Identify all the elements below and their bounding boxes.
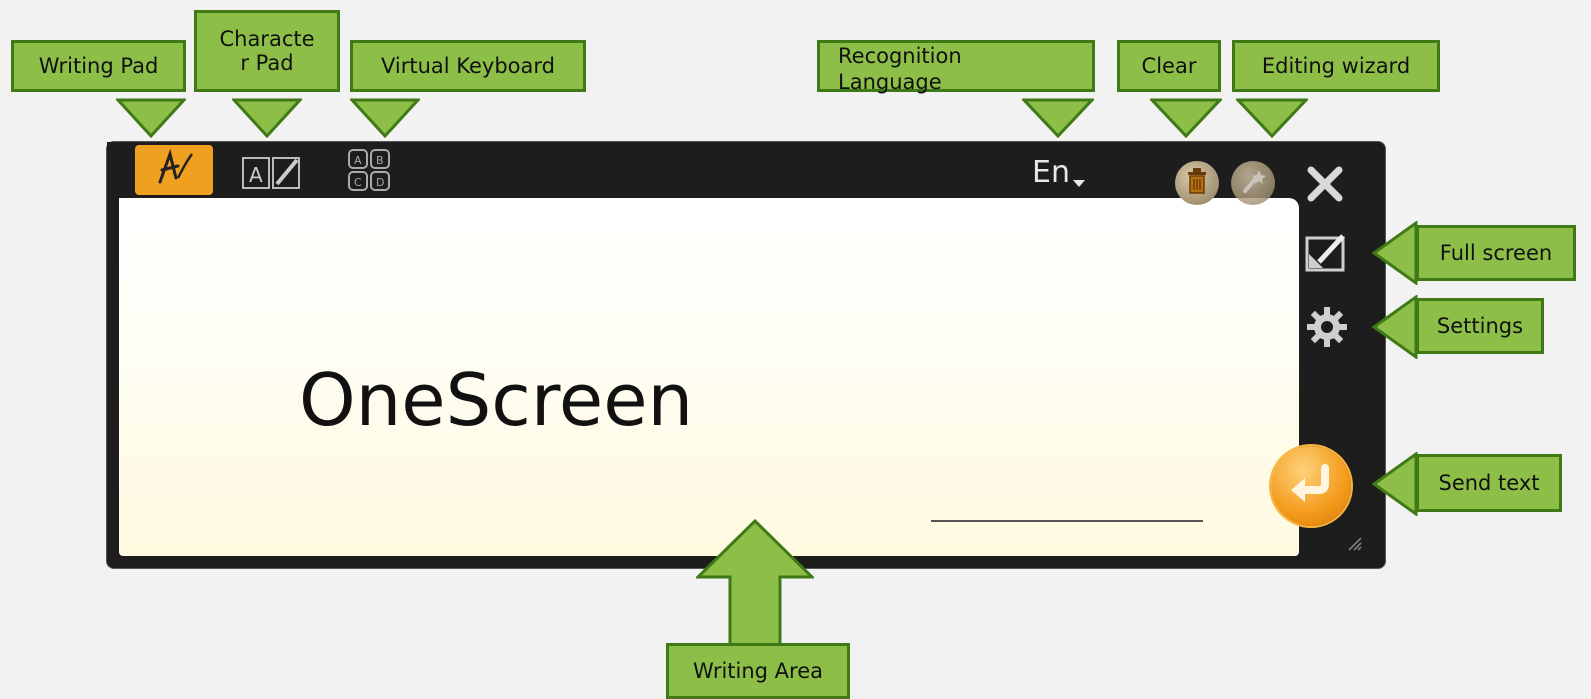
handwriting-panel-window: OneScreen A A B C D En [106,141,1386,569]
editing-wizard-button[interactable] [1231,161,1275,205]
callout-character-pad: Characte r Pad [194,10,340,92]
callout-send-text: Send text [1416,454,1562,512]
handwriting-icon [152,148,196,193]
arrow-recognition-language [1022,98,1094,138]
gear-icon [1305,307,1349,353]
writing-area[interactable]: OneScreen [119,198,1299,556]
arrow-character-pad [232,98,302,138]
svg-text:A: A [249,163,263,187]
arrow-send-text [1372,452,1418,516]
callout-editing-wizard: Editing wizard [1232,40,1440,92]
callout-clear: Clear [1117,40,1221,92]
arrow-virtual-keyboard [350,98,420,138]
character-pad-button[interactable]: A [241,152,307,192]
callout-writing-area: Writing Area [666,643,850,699]
svg-text:B: B [376,154,384,167]
svg-text:C: C [354,176,362,189]
full-screen-button[interactable] [1305,232,1349,274]
writing-baseline [931,520,1203,522]
settings-button[interactable] [1305,305,1349,349]
callout-full-screen: Full screen [1416,225,1576,281]
svg-text:D: D [376,176,384,189]
arrow-full-screen [1372,221,1418,285]
callout-virtual-keyboard: Virtual Keyboard [350,40,586,92]
trash-icon [1186,167,1208,200]
wand-icon [1239,167,1267,200]
arrow-editing-wizard [1236,98,1308,138]
virtual-keyboard-button[interactable]: A B C D [347,148,395,192]
close-button[interactable] [1305,164,1345,204]
enter-arrow-icon [1287,463,1335,509]
clear-button[interactable] [1175,161,1219,205]
svg-text:A: A [354,154,362,167]
arrow-settings [1372,295,1418,359]
recognized-text: OneScreen [299,358,694,442]
recognition-language-dropdown[interactable]: En [1032,152,1086,192]
keyboard-abcd-icon: A B C D [347,149,395,196]
callout-writing-pad: Writing Pad [11,40,186,92]
close-icon [1305,166,1345,208]
language-label: En [1032,154,1070,190]
arrow-clear [1150,98,1222,138]
writing-pad-button[interactable] [135,145,213,195]
arrow-writing-pad [116,98,186,138]
callout-recognition-language: Recognition Language [817,40,1095,94]
fullscreen-icon [1305,234,1349,278]
arrow-writing-area [696,519,814,647]
send-text-button[interactable] [1271,446,1351,526]
callout-settings: Settings [1416,298,1544,354]
character-pad-icon: A [241,157,307,196]
resize-grip[interactable] [1347,536,1363,552]
chevron-down-icon [1072,162,1086,197]
